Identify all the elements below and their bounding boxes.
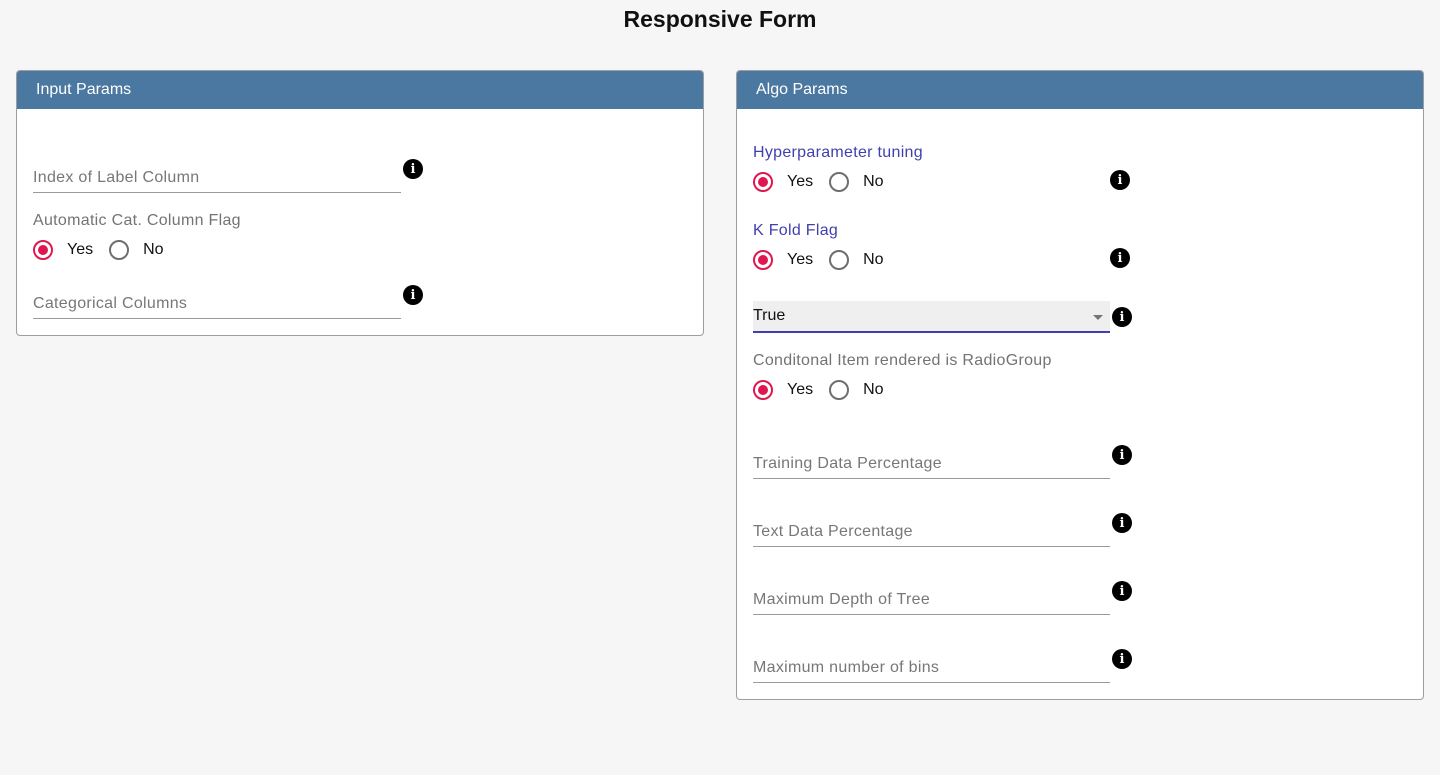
hyperparameter-yes-radio[interactable]: Yes	[753, 172, 829, 192]
label-column-placeholder: Index of Label Column	[33, 169, 200, 186]
training-data-percentage-input[interactable]: Training Data Percentage	[753, 446, 1110, 479]
kfold-radio-group: Yes No	[753, 250, 900, 270]
auto-cat-flag-radio-group: Yes No	[33, 240, 180, 260]
info-icon[interactable]: i	[1112, 513, 1132, 533]
kfold-label: K Fold Flag	[753, 222, 839, 239]
categorical-columns-input[interactable]: Categorical Columns	[33, 286, 401, 319]
radio-label-yes: Yes	[787, 381, 814, 398]
input-params-panel: Input Params Index of Label Column i Aut…	[16, 70, 704, 336]
conditional-no-radio[interactable]: No	[829, 380, 899, 400]
radio-label-yes: Yes	[67, 241, 94, 258]
text-data-percentage-input[interactable]: Text Data Percentage	[753, 514, 1110, 547]
conditional-radio-group: Yes No	[753, 380, 900, 400]
text-data-percentage-placeholder: Text Data Percentage	[753, 523, 913, 540]
info-icon[interactable]: i	[403, 285, 423, 305]
true-false-select[interactable]: True	[753, 301, 1110, 333]
info-icon[interactable]: i	[1112, 649, 1132, 669]
algo-params-header: Algo Params	[737, 71, 1423, 109]
auto-cat-flag-no-radio[interactable]: No	[109, 240, 179, 260]
kfold-no-radio[interactable]: No	[829, 250, 899, 270]
max-depth-input[interactable]: Maximum Depth of Tree	[753, 582, 1110, 615]
input-params-header: Input Params	[17, 71, 703, 109]
info-icon[interactable]: i	[1112, 445, 1132, 465]
training-data-percentage-placeholder: Training Data Percentage	[753, 455, 942, 472]
info-icon[interactable]: i	[1110, 248, 1130, 268]
label-column-input[interactable]: Index of Label Column	[33, 160, 401, 193]
kfold-yes-radio[interactable]: Yes	[753, 250, 829, 270]
max-bins-placeholder: Maximum number of bins	[753, 659, 940, 676]
radio-checked-icon	[33, 240, 53, 260]
radio-label-no: No	[863, 251, 884, 268]
hyperparameter-label: Hyperparameter tuning	[753, 144, 923, 161]
chevron-down-icon	[1093, 315, 1103, 320]
radio-label-yes: Yes	[787, 251, 814, 268]
max-bins-input[interactable]: Maximum number of bins	[753, 650, 1110, 683]
conditional-label: Conditonal Item rendered is RadioGroup	[753, 352, 1052, 369]
info-icon[interactable]: i	[1112, 307, 1132, 327]
radio-label-yes: Yes	[787, 173, 814, 190]
radio-unchecked-icon	[829, 380, 850, 400]
hyperparameter-no-radio[interactable]: No	[829, 172, 899, 192]
conditional-yes-radio[interactable]: Yes	[753, 380, 829, 400]
categorical-columns-placeholder: Categorical Columns	[33, 295, 188, 312]
info-icon[interactable]: i	[403, 159, 423, 179]
radio-checked-icon	[753, 250, 773, 270]
radio-unchecked-icon	[829, 172, 850, 192]
max-depth-placeholder: Maximum Depth of Tree	[753, 591, 931, 608]
radio-label-no: No	[863, 173, 884, 190]
hyperparameter-radio-group: Yes No	[753, 172, 900, 192]
radio-unchecked-icon	[829, 250, 850, 270]
info-icon[interactable]: i	[1112, 581, 1132, 601]
radio-unchecked-icon	[109, 240, 130, 260]
page-title: Responsive Form	[623, 6, 817, 32]
auto-cat-flag-label: Automatic Cat. Column Flag	[33, 212, 241, 229]
select-value: True	[753, 307, 786, 324]
radio-checked-icon	[753, 172, 773, 192]
radio-label-no: No	[143, 241, 164, 258]
info-icon[interactable]: i	[1110, 170, 1130, 190]
algo-params-panel: Algo Params Hyperparameter tuning Yes No…	[736, 70, 1424, 700]
auto-cat-flag-yes-radio[interactable]: Yes	[33, 240, 109, 260]
radio-checked-icon	[753, 380, 773, 400]
radio-label-no: No	[863, 381, 884, 398]
